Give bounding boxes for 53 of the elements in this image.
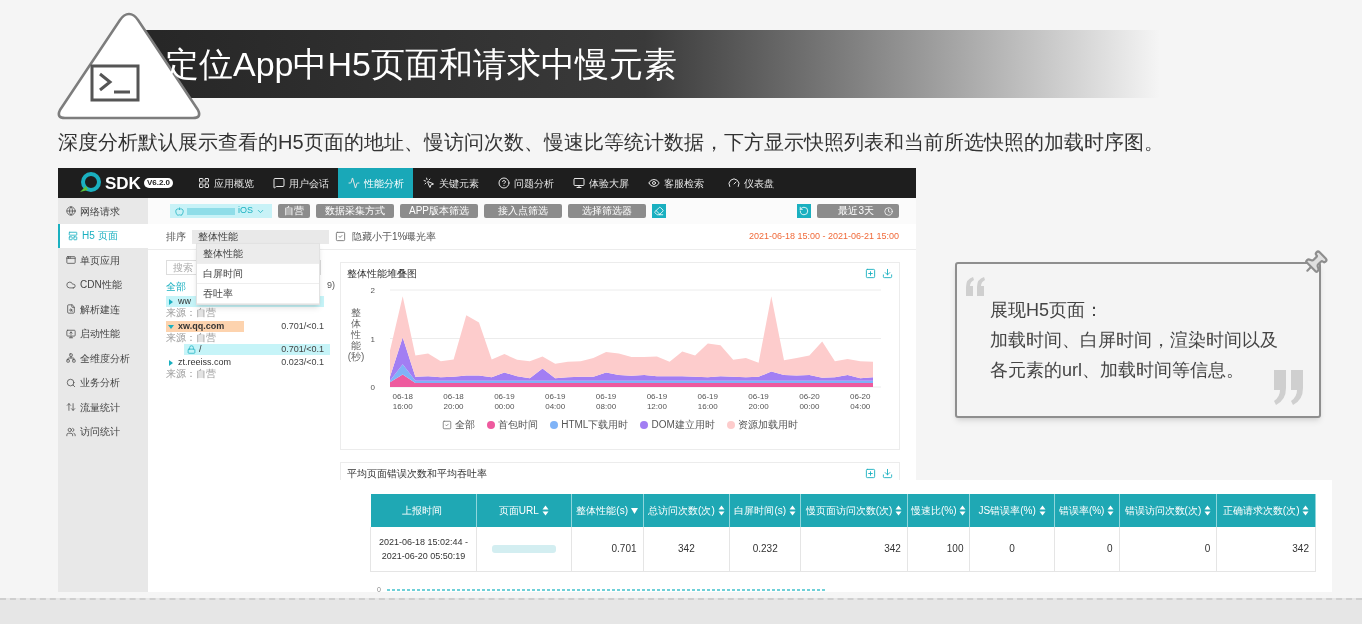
y-tick-label: 1 xyxy=(370,334,375,344)
legend-label: HTML下载用时 xyxy=(561,418,629,432)
legend-label: DOM建立用时 xyxy=(651,418,715,432)
x-tick-label: 06-18 16:00 xyxy=(392,392,413,411)
page-metric: 0.023/<0.1 xyxy=(281,355,324,369)
page-domain: xw.qq.com xyxy=(178,321,225,332)
page-domain: zt.reeiss.com xyxy=(178,357,231,368)
callout-heading: 展现H5页面： xyxy=(990,299,1104,322)
table-cell: 2021-06-18 15:02:44 - 2021-06-20 05:50:19 xyxy=(370,527,477,571)
chart-title: 整体性能堆叠图 xyxy=(347,267,417,281)
x-tick-label: 06-19 04:00 xyxy=(545,392,566,411)
count-label: 9) xyxy=(327,279,335,292)
page-metric: 0.701/<0.1 xyxy=(281,319,324,333)
version-badge: V6.2.0 xyxy=(143,178,174,188)
x-tick-label: 06-19 12:00 xyxy=(646,392,668,411)
table-cell: 342 xyxy=(1216,527,1316,571)
table-cell: 342 xyxy=(643,527,730,571)
x-tick-label: 06-20 00:00 xyxy=(799,392,820,411)
panel-title: 平均页面错误次数和平均吞吐率 xyxy=(347,467,487,481)
x-tick-label: 06-19 20:00 xyxy=(748,392,769,411)
slide-subtitle: 深度分析默认展示查看的H5页面的地址、慢访问次数、慢速比等统计数据，下方显示快照列表和当前所选快照的加载时序图。 xyxy=(58,130,1164,155)
sort-label: 排序 xyxy=(166,230,186,244)
y-axis-label: 整体性能(秒) xyxy=(347,307,365,362)
source-label: 来源：自营 xyxy=(166,332,217,344)
table-cell: 0 xyxy=(969,527,1055,571)
platform-label: iOS xyxy=(238,204,253,218)
date-preset-label: 最近3天 xyxy=(838,204,874,218)
table-cell: 100 xyxy=(907,527,970,571)
source-label: 来源：自营 xyxy=(166,307,217,319)
x-tick-label: 06-20 04:00 xyxy=(850,392,871,411)
y-tick-label: 0 xyxy=(370,383,375,392)
logo-text: SDK xyxy=(105,174,141,192)
table-cell: 0 xyxy=(1119,527,1217,571)
table-cell: 0.701 xyxy=(571,527,644,571)
legend-label: 全部 xyxy=(455,418,476,432)
x-tick-label: 06-18 20:00 xyxy=(443,392,464,411)
date-range: 2021-06-18 15:00 - 2021-06-21 15:00 xyxy=(748,229,899,243)
callout-text: 加载时间、白屏时间，渲染时间以及 xyxy=(990,329,1279,352)
page-path: / xyxy=(199,343,202,356)
legend-label: 资源加载用时 xyxy=(737,418,798,432)
source-label: 来源：自营 xyxy=(166,368,217,380)
y-tick-label: 2 xyxy=(370,286,375,295)
table-cell: 342 xyxy=(800,527,908,571)
x-tick-label: 06-19 16:00 xyxy=(697,392,718,411)
legend-label: 首包时间 xyxy=(498,418,539,432)
checkbox-label: 隐藏小于1%曝光率 xyxy=(352,230,437,244)
x-tick-label: 06-19 00:00 xyxy=(494,392,515,411)
callout-text: 各元素的url、加载时间等信息。 xyxy=(990,359,1245,382)
table-cell: 0 xyxy=(1054,527,1120,571)
page-metric: 0.701/<0.1 xyxy=(281,342,324,356)
table-cell: 0.232 xyxy=(729,527,801,571)
x-tick-label: 06-19 08:00 xyxy=(595,392,617,411)
page-domain: ww xyxy=(178,296,191,307)
